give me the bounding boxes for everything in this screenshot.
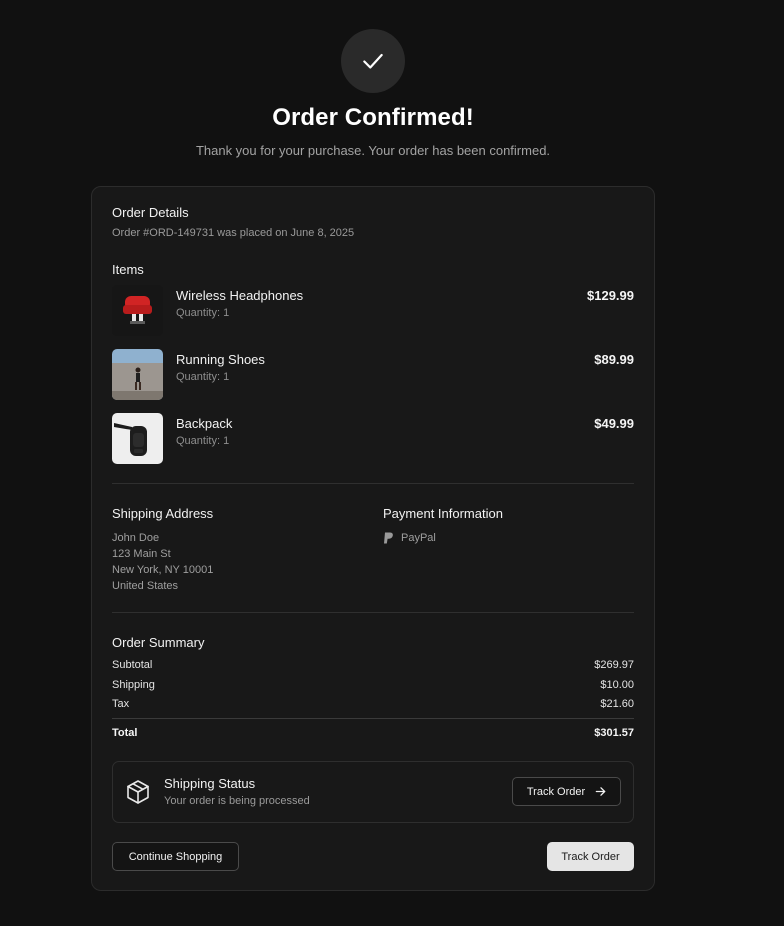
item-image-headphones — [112, 285, 163, 336]
order-confirmation-page: Order Confirmed! Thank you for your purc… — [0, 0, 784, 926]
success-badge — [341, 29, 405, 93]
divider — [112, 483, 634, 484]
summary-label: Tax — [112, 698, 130, 710]
shipping-address: John Doe 123 Main St New York, NY 10001 … — [112, 530, 213, 594]
summary-value: $21.60 — [600, 698, 634, 710]
shipping-address-heading: Shipping Address — [112, 506, 214, 521]
summary-label: Subtotal — [112, 659, 153, 671]
paypal-icon — [384, 532, 393, 544]
page-subtitle: Thank you for your purchase. Your order … — [195, 143, 551, 158]
item-name: Running Shoes — [176, 352, 265, 367]
page-title: Order Confirmed! — [272, 104, 474, 131]
order-details-card: Order Details Order #ORD-149731 was plac… — [91, 186, 655, 891]
summary-label: Shipping — [112, 679, 155, 691]
payment-method-label: PayPal — [401, 532, 436, 544]
address-line: United States — [112, 580, 179, 592]
payment-info-heading: Payment Information — [383, 506, 503, 521]
item-image-running-shoes — [112, 349, 163, 400]
track-order-button[interactable]: Track Order — [547, 842, 634, 871]
arrow-right-icon — [595, 787, 606, 796]
divider — [112, 612, 634, 613]
item-quantity: Quantity: 1 — [176, 371, 230, 383]
address-line: 123 Main St — [112, 548, 171, 560]
shipping-status-text: Your order is being processed — [164, 795, 310, 807]
item-image-backpack — [112, 413, 163, 464]
order-summary-heading: Order Summary — [112, 635, 205, 650]
total-value: $301.57 — [594, 727, 634, 739]
item-quantity: Quantity: 1 — [176, 307, 230, 319]
address-line: New York, NY 10001 — [112, 564, 214, 576]
item-price: $49.99 — [594, 416, 634, 431]
address-line: John Doe — [112, 532, 160, 544]
item-name: Backpack — [176, 416, 233, 431]
continue-shopping-button[interactable]: Continue Shopping — [112, 842, 239, 871]
summary-value: $269.97 — [594, 659, 634, 671]
item-quantity: Quantity: 1 — [176, 435, 230, 447]
items-heading: Items — [112, 262, 144, 277]
track-order-label: Track Order — [526, 785, 586, 798]
divider — [112, 718, 634, 719]
order-details-heading: Order Details — [112, 205, 189, 220]
item-name: Wireless Headphones — [176, 288, 304, 303]
shipping-status-title: Shipping Status — [164, 776, 256, 791]
total-label: Total — [112, 727, 138, 739]
shipping-status-panel: Shipping Status Your order is being proc… — [112, 761, 634, 823]
item-price: $129.99 — [587, 288, 634, 303]
order-placed-text: Order #ORD-149731 was placed on June 8, … — [112, 227, 355, 239]
package-icon — [127, 780, 149, 804]
summary-value: $10.00 — [600, 679, 634, 691]
item-price: $89.99 — [594, 352, 634, 367]
track-order-status-button[interactable]: Track Order — [512, 777, 621, 806]
checkmark-icon — [363, 53, 383, 69]
payment-method: PayPal — [383, 530, 436, 546]
